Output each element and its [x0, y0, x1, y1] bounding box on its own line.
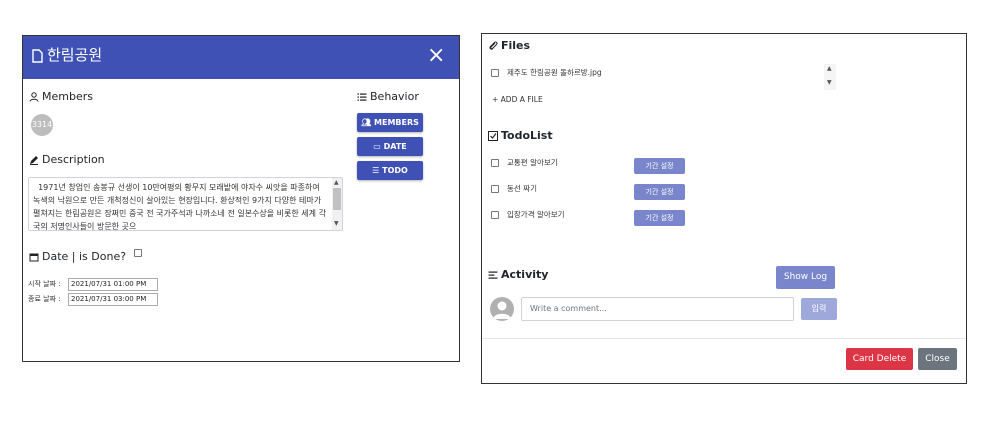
description-label: Description	[42, 153, 105, 166]
group-icon: 👥︎	[361, 118, 372, 127]
todo-checkbox[interactable]	[491, 159, 499, 167]
description-heading: Description	[29, 153, 105, 167]
card-detail-panel-right: Files 제주도 한림공원 돌하르방.jpg ▲ ▼ + ADD A FILE…	[481, 33, 967, 384]
date-button-label: DATE	[383, 142, 407, 151]
calendar-icon	[29, 253, 39, 262]
todo-item: 동선 짜기	[507, 184, 537, 193]
footer-divider	[482, 338, 966, 339]
list-small-icon: ☰	[372, 166, 380, 175]
files-heading: Files	[488, 39, 530, 53]
todo-item: 교통편 알아보기	[507, 158, 558, 167]
person-icon	[29, 92, 39, 102]
description-scrollbar[interactable]: ▲ ▼	[332, 178, 342, 230]
members-button[interactable]: 👥︎ MEMBERS	[357, 113, 423, 132]
scroll-down-icon[interactable]: ▼	[334, 220, 339, 227]
submit-comment-button[interactable]: 입력	[801, 298, 837, 320]
member-avatar[interactable]: 3314	[31, 114, 53, 136]
checkbox-checked-icon	[488, 131, 498, 141]
activity-label: Activity	[501, 268, 549, 281]
calendar-small-icon: ▭	[373, 142, 381, 151]
card-title: 한림공원	[47, 46, 103, 64]
description-text: 1971년 창업인 송봉규 선생이 10만여평의 황무지 모래밭에 야자수 씨앗…	[33, 183, 326, 231]
document-icon	[32, 49, 43, 63]
behavior-heading: Behavior	[357, 90, 419, 104]
start-date-input[interactable]: 2021/07/31 01:00 PM	[68, 278, 158, 291]
date-label: Date | is Done?	[42, 250, 127, 263]
set-period-button[interactable]: 기간 설정	[634, 184, 685, 200]
activity-lines-icon	[488, 271, 498, 279]
todolist-heading: TodoList	[488, 129, 553, 143]
file-item[interactable]: 제주도 한림공원 돌하르방.jpg	[507, 68, 602, 78]
date-button[interactable]: ▭ DATE	[357, 137, 423, 156]
set-period-button[interactable]: 기간 설정	[634, 210, 685, 226]
files-scrollbar[interactable]: ▲ ▼	[824, 64, 836, 90]
files-label: Files	[501, 39, 531, 52]
scroll-up-icon[interactable]: ▲	[827, 65, 832, 72]
show-log-button[interactable]: Show Log	[776, 266, 835, 289]
description-textarea[interactable]: 1971년 창업인 송봉규 선생이 10만여평의 황무지 모래밭에 야자수 씨앗…	[28, 177, 343, 231]
todolist-label: TodoList	[501, 129, 553, 142]
members-label: Members	[42, 90, 93, 103]
scroll-up-icon[interactable]: ▲	[334, 179, 339, 186]
members-heading: Members	[29, 90, 93, 104]
members-button-label: MEMBERS	[374, 118, 419, 127]
set-period-button[interactable]: 기간 설정	[634, 158, 685, 174]
user-avatar-icon	[490, 297, 514, 321]
list-icon	[357, 93, 367, 101]
date-heading: Date | is Done?	[29, 249, 142, 264]
close-button[interactable]: Close	[918, 348, 957, 370]
behavior-label: Behavior	[370, 90, 419, 103]
add-file-link[interactable]: + ADD A FILE	[492, 95, 543, 105]
paperclip-icon	[489, 41, 498, 50]
close-icon[interactable]: ×	[427, 44, 445, 68]
start-date-label: 시작 날짜 :	[28, 280, 61, 288]
todo-checkbox[interactable]	[491, 211, 499, 219]
end-date-input[interactable]: 2021/07/31 03:00 PM	[68, 293, 158, 306]
card-detail-panel: 한림공원 × Members 3314 Description 1971년 창업…	[22, 35, 460, 362]
file-checkbox[interactable]	[491, 69, 499, 77]
card-delete-button[interactable]: Card Delete	[846, 348, 913, 370]
scroll-down-icon[interactable]: ▼	[827, 79, 832, 86]
pencil-icon	[30, 156, 38, 165]
is-done-checkbox[interactable]	[133, 249, 142, 257]
todo-button-label: TODO	[382, 166, 408, 175]
todo-button[interactable]: ☰ TODO	[357, 161, 423, 180]
activity-heading: Activity	[488, 268, 548, 282]
scroll-thumb[interactable]	[333, 188, 341, 210]
end-date-label: 종료 날짜 :	[28, 295, 61, 303]
todo-item: 입장가격 알아보기	[507, 210, 565, 219]
comment-input[interactable]: Write a comment...	[521, 297, 794, 321]
card-header: 한림공원 ×	[23, 36, 459, 79]
todo-checkbox[interactable]	[491, 185, 499, 193]
